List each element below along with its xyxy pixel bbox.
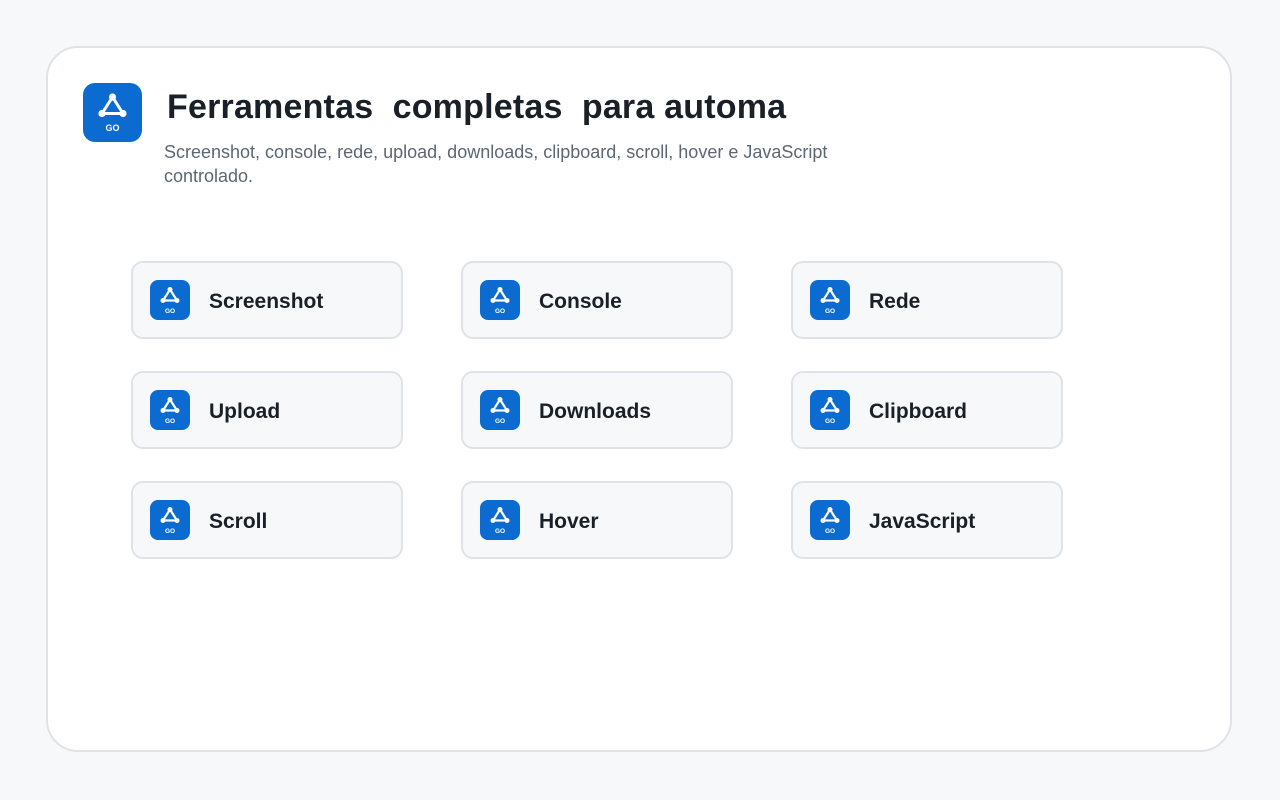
logo-text: GO	[105, 123, 119, 133]
icon-text: GO	[495, 418, 505, 425]
feature-card-screenshot[interactable]: GO Screenshot	[131, 261, 403, 339]
go-network-icon: GO	[480, 280, 520, 320]
feature-card-downloads[interactable]: GO Downloads	[461, 371, 733, 449]
feature-card-clipboard[interactable]: GO Clipboard	[791, 371, 1063, 449]
feature-panel: GO Ferramentas completas para automa Scr…	[46, 46, 1232, 752]
feature-card-hover[interactable]: GO Hover	[461, 481, 733, 559]
go-network-icon: GO	[150, 280, 190, 320]
feature-card-console[interactable]: GO Console	[461, 261, 733, 339]
feature-card-scroll[interactable]: GO Scroll	[131, 481, 403, 559]
feature-card-label: Rede	[869, 290, 921, 313]
icon-text: GO	[165, 528, 175, 535]
icon-text: GO	[165, 418, 175, 425]
feature-card-label: JavaScript	[869, 510, 976, 533]
icon-text: GO	[825, 308, 835, 315]
page-subtitle: Screenshot, console, rede, upload, downl…	[164, 142, 828, 186]
feature-card-upload[interactable]: GO Upload	[131, 371, 403, 449]
icon-text: GO	[825, 418, 835, 425]
go-network-icon: GO	[83, 83, 142, 142]
feature-card-label: Screenshot	[209, 290, 324, 313]
icon-text: GO	[495, 528, 505, 535]
go-network-icon: GO	[810, 280, 850, 320]
page-title: Ferramentas completas para automa	[167, 88, 787, 126]
go-network-icon: GO	[150, 390, 190, 430]
feature-card-label: Console	[539, 290, 622, 313]
feature-grid: GO Screenshot GO Console GO Rede GO Upload GO Dow…	[131, 261, 1063, 559]
go-network-icon: GO	[480, 390, 520, 430]
feature-card-rede[interactable]: GO Rede	[791, 261, 1063, 339]
go-network-icon: GO	[810, 500, 850, 540]
feature-card-label: Hover	[539, 510, 599, 533]
feature-card-label: Clipboard	[869, 400, 967, 423]
icon-text: GO	[165, 308, 175, 315]
feature-card-javascript[interactable]: GO JavaScript	[791, 481, 1063, 559]
icon-text: GO	[495, 308, 505, 315]
feature-card-label: Scroll	[209, 510, 268, 533]
go-network-icon: GO	[480, 500, 520, 540]
go-network-icon: GO	[810, 390, 850, 430]
go-network-icon: GO	[150, 500, 190, 540]
logo-graphic: GO	[98, 93, 127, 133]
icon-text: GO	[825, 528, 835, 535]
feature-card-label: Downloads	[539, 400, 652, 423]
feature-card-label: Upload	[209, 400, 281, 423]
